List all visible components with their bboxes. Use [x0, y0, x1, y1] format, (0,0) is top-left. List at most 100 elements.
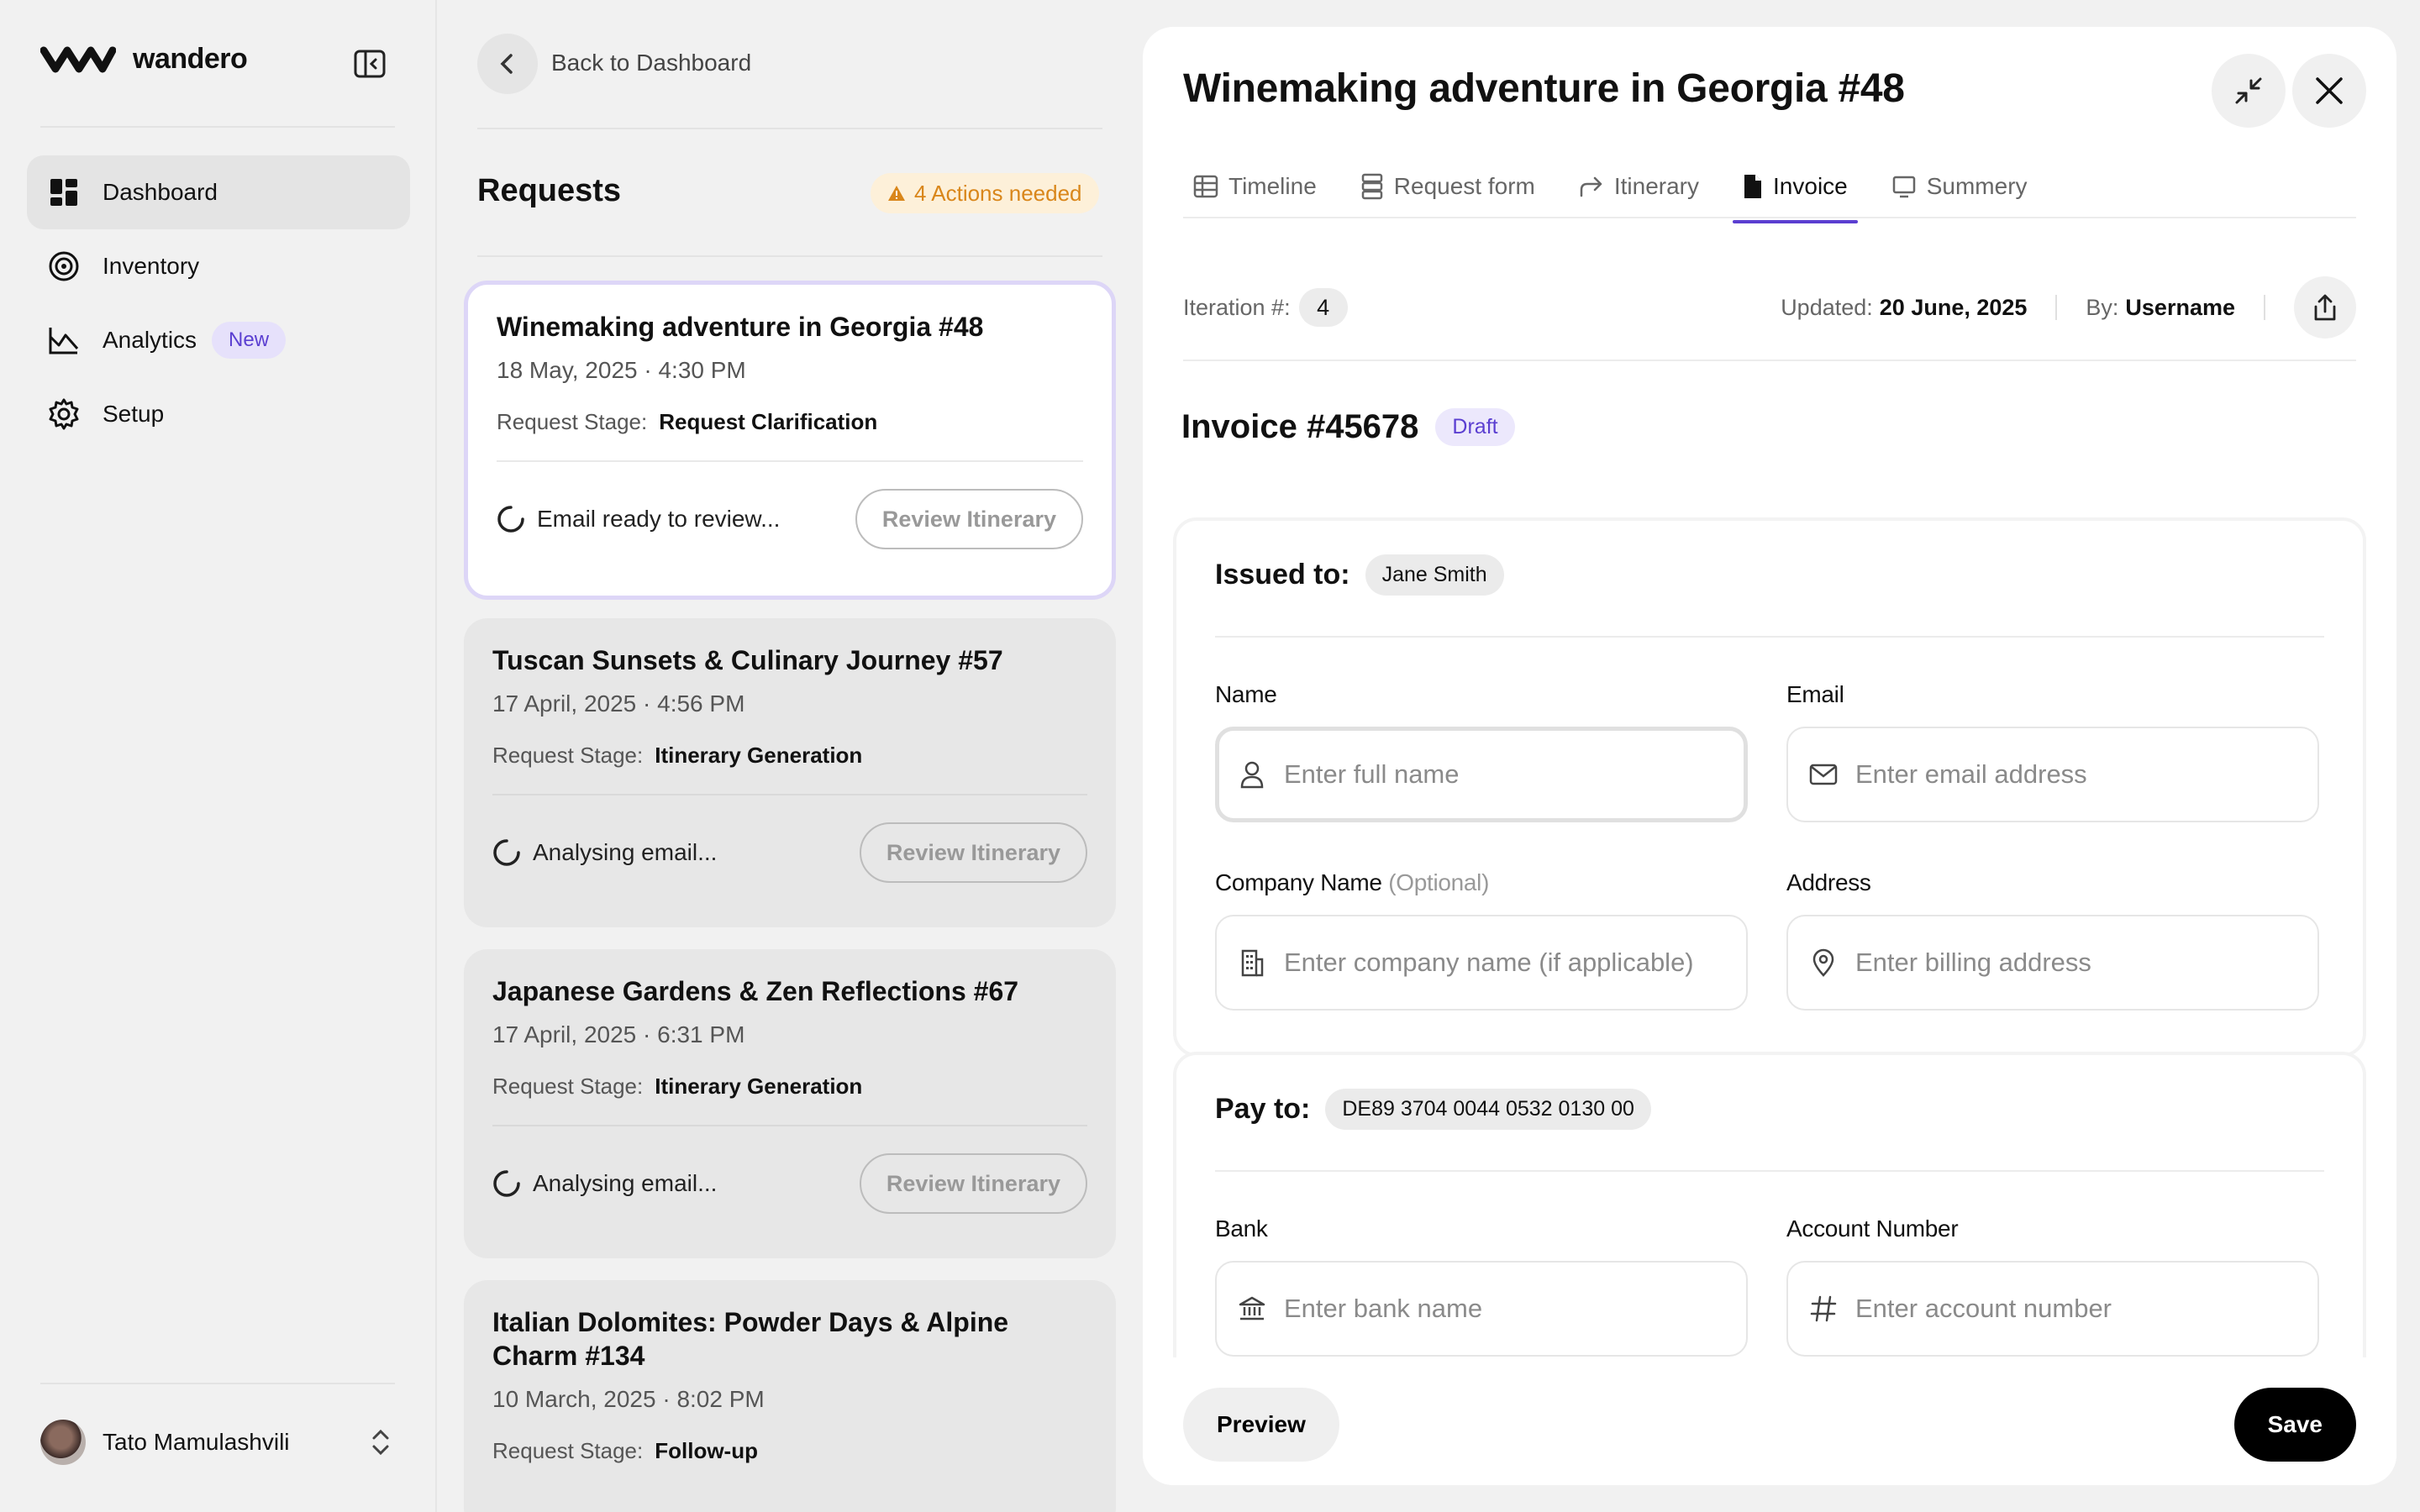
sidebar-nav: Dashboard Inventory Analytics New Setup	[27, 155, 410, 451]
request-card[interactable]: Japanese Gardens & Zen Reflections #67 1…	[464, 949, 1116, 1258]
hash-icon	[1808, 1294, 1839, 1324]
user-icon	[1237, 759, 1267, 790]
name-label: Name	[1215, 681, 1277, 707]
sidebar-footer-divider	[40, 1383, 395, 1384]
tab-itinerary[interactable]: Itinerary	[1569, 158, 1709, 218]
name-field[interactable]	[1215, 727, 1748, 822]
sidebar-item-label: Dashboard	[103, 179, 218, 205]
request-card-date: 17 April, 2025 · 4:56 PM	[492, 690, 745, 717]
company-name-field[interactable]	[1215, 915, 1748, 1011]
back-to-dashboard-link[interactable]: Back to Dashboard	[551, 50, 751, 76]
sidebar-item-analytics[interactable]: Analytics New	[27, 303, 410, 377]
request-status: Analysing email...	[492, 838, 717, 867]
bank-input[interactable]	[1284, 1294, 1726, 1324]
inventory-icon	[47, 249, 81, 283]
close-icon	[2316, 77, 2343, 104]
request-stage-value: Itinerary Generation	[655, 743, 863, 768]
request-stage-label: Request Stage:	[492, 743, 644, 768]
review-itinerary-button[interactable]: Review Itinerary	[855, 489, 1083, 549]
sidebar-item-setup[interactable]: Setup	[27, 377, 410, 451]
requests-divider	[477, 128, 1102, 129]
review-itinerary-button[interactable]: Review Itinerary	[859, 1153, 1087, 1214]
app-logo[interactable]: wandero	[40, 42, 248, 76]
request-stage-label: Request Stage:	[497, 409, 648, 434]
account-number-input[interactable]	[1855, 1294, 2297, 1324]
sidebar-item-label: Setup	[103, 401, 165, 427]
iteration-badge: 4	[1298, 288, 1348, 327]
actions-needed-badge[interactable]: 4 Actions needed	[871, 173, 1099, 213]
tab-invoice[interactable]: Invoice	[1733, 158, 1858, 223]
invoice-heading: Invoice #45678 Draft	[1181, 408, 1515, 446]
issued-to-chip: Jane Smith	[1365, 554, 1504, 596]
account-number-field[interactable]	[1786, 1261, 2319, 1357]
form-icon	[1361, 173, 1383, 200]
address-label: Address	[1786, 869, 1871, 895]
bank-label: Bank	[1215, 1215, 1268, 1242]
tab-summery[interactable]: Summery	[1881, 158, 2038, 218]
request-card-date: 17 April, 2025 · 6:31 PM	[492, 1021, 745, 1047]
request-stage-label: Request Stage:	[492, 1074, 644, 1099]
name-input[interactable]	[1284, 759, 1726, 790]
card-divider	[492, 794, 1087, 795]
sidebar-toggle-button[interactable]	[353, 47, 387, 81]
sidebar-item-dashboard[interactable]: Dashboard	[27, 155, 410, 229]
tab-timeline[interactable]: Timeline	[1183, 158, 1327, 218]
request-card-title: Winemaking adventure in Georgia #48	[497, 312, 984, 342]
minimize-button[interactable]	[2212, 54, 2286, 128]
actions-needed-label: 4 Actions needed	[914, 180, 1082, 206]
card-divider	[492, 1125, 1087, 1126]
tab-label: Summery	[1926, 173, 2028, 199]
export-button[interactable]	[2294, 276, 2356, 339]
detail-tabs: Timeline Request form Itinerary Invoice …	[1183, 158, 2061, 223]
tab-label: Itinerary	[1613, 173, 1700, 199]
request-stage: Request Stage: Itinerary Generation	[492, 1074, 1087, 1100]
new-badge: New	[212, 322, 287, 359]
table-icon	[1193, 175, 1218, 198]
meta-divider-line	[1183, 360, 2356, 361]
request-card[interactable]: Italian Dolomites: Powder Days & Alpine …	[464, 1280, 1116, 1512]
email-field[interactable]	[1786, 727, 2319, 822]
optional-tag: (Optional)	[1388, 869, 1490, 895]
meta-divider	[2264, 295, 2265, 320]
company-label-text: Company Name	[1215, 869, 1382, 895]
pay-to-section: Pay to: DE89 3704 0044 0532 0130 00 Bank…	[1173, 1052, 2366, 1357]
sidebar: wandero Dashboard Inventory Analytics Ne…	[0, 0, 435, 1512]
gear-icon	[47, 397, 81, 431]
request-card-title: Tuscan Sunsets & Culinary Journey #57	[492, 645, 1003, 675]
back-button[interactable]	[477, 34, 538, 94]
address-field[interactable]	[1786, 915, 2319, 1011]
analytics-icon	[47, 323, 81, 357]
request-card-title: Italian Dolomites: Powder Days & Alpine …	[492, 1307, 1009, 1371]
user-menu[interactable]: Tato Mamulashvili	[40, 1420, 393, 1465]
share-arrow-icon	[1580, 176, 1602, 197]
tab-label: Timeline	[1228, 173, 1317, 199]
email-input[interactable]	[1855, 759, 2297, 790]
tab-request-form[interactable]: Request form	[1350, 158, 1545, 218]
pay-to-heading: Pay to:	[1215, 1093, 1311, 1125]
request-stage: Request Stage: Itinerary Generation	[492, 743, 1087, 769]
close-button[interactable]	[2292, 54, 2366, 128]
by-value: Username	[2125, 294, 2235, 320]
request-card-date: 10 March, 2025 · 8:02 PM	[492, 1386, 765, 1412]
review-itinerary-button[interactable]: Review Itinerary	[859, 822, 1087, 883]
preview-button[interactable]: Preview	[1183, 1388, 1339, 1462]
invoice-form[interactable]: Issued to: Jane Smith Name Email	[1173, 489, 2366, 1357]
address-input[interactable]	[1855, 948, 2297, 978]
sidebar-item-inventory[interactable]: Inventory	[27, 229, 410, 303]
warning-icon	[888, 186, 905, 201]
company-name-input[interactable]	[1284, 948, 1726, 978]
avatar	[40, 1420, 86, 1465]
card-divider	[497, 460, 1083, 462]
sidebar-item-label: Analytics	[103, 327, 197, 353]
wandero-logo-icon	[40, 46, 116, 73]
save-button[interactable]: Save	[2233, 1388, 2356, 1462]
request-card[interactable]: Winemaking adventure in Georgia #48 18 M…	[464, 281, 1116, 600]
request-stage-value: Itinerary Generation	[655, 1074, 863, 1099]
bank-icon	[1237, 1294, 1267, 1324]
request-card[interactable]: Tuscan Sunsets & Culinary Journey #57 17…	[464, 618, 1116, 927]
request-card-title: Japanese Gardens & Zen Reflections #67	[492, 976, 1019, 1006]
invoice-title: Invoice #45678	[1181, 408, 1419, 445]
request-status-label: Email ready to review...	[537, 506, 781, 532]
upload-icon	[2314, 294, 2336, 321]
bank-field[interactable]	[1215, 1261, 1748, 1357]
